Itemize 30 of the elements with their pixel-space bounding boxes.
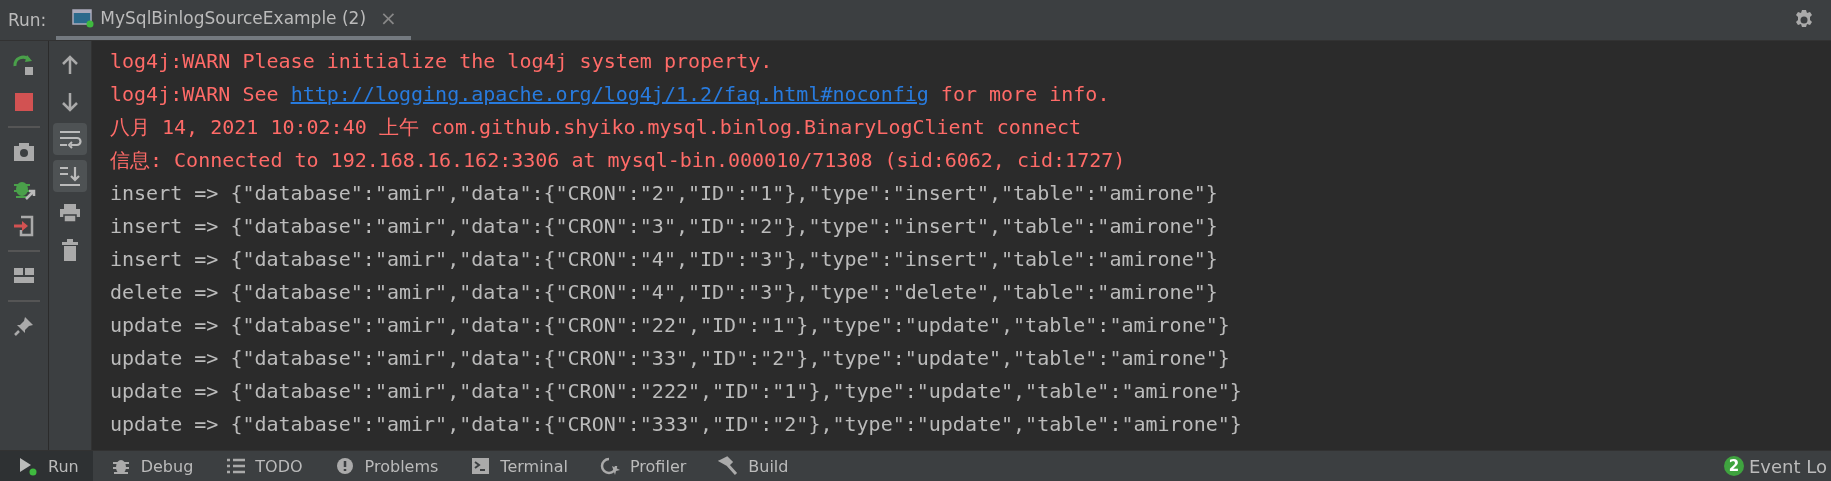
console-line: for more info. bbox=[939, 82, 1110, 106]
run-label: Run: bbox=[7, 10, 48, 30]
console-link[interactable]: http://logging.apache.org/log4j/1.2/faq.html#noconfig bbox=[290, 82, 929, 106]
tool-window-tab[interactable]: Build bbox=[700, 451, 803, 481]
console-line: insert => {"database":"amir","data":{"CRON":"2","ID":"1"},"type":"insert","table":"amirone"} bbox=[110, 181, 1218, 205]
close-icon[interactable]: × bbox=[380, 6, 397, 30]
console-line: insert => {"database":"amir","data":{"CRON":"3","ID":"2"},"type":"insert","table":"amirone"} bbox=[110, 214, 1218, 238]
console-line: delete => {"database":"amir","data":{"CRON":"4","ID":"3"},"type":"delete","table":"amirone"} bbox=[110, 280, 1218, 304]
console-line: update => {"database":"amir","data":{"CRON":"22","ID":"1"},"type":"update","table":"amirone"} bbox=[110, 313, 1230, 337]
console-line: update => {"database":"amir","data":{"CRON":"333","ID":"2"},"type":"update","table":"amirone"} bbox=[110, 412, 1242, 436]
scroll-to-end-icon[interactable] bbox=[53, 160, 87, 192]
profiler-icon bbox=[599, 456, 622, 476]
console-line: insert => {"database":"amir","data":{"CRON":"4","ID":"3"},"type":"insert","table":"amirone"} bbox=[110, 247, 1218, 271]
tool-window-tab[interactable]: Run bbox=[0, 451, 93, 481]
console-line: 信息: Connected to 192.168.16.162:3306 at mysql-bin.000010/71308 (sid:6062, cid:1727) bbox=[110, 148, 1126, 172]
tool-window-tab[interactable]: TODO bbox=[207, 451, 317, 481]
tool-window-tab[interactable]: Debug bbox=[92, 451, 208, 481]
soft-wrap-icon[interactable] bbox=[53, 123, 87, 155]
console-line: update => {"database":"amir","data":{"CRON":"33","ID":"2"},"type":"update","table":"amirone"} bbox=[110, 346, 1230, 370]
console-line: log4j:WARN Please initialize the log4j system property. bbox=[110, 49, 773, 73]
console-line: 八月 14, 2021 10:02:40 上午 com.github.shyiko.mysql.binlog.BinaryLogClient connect bbox=[110, 115, 1082, 139]
tool-window-tab[interactable]: Problems bbox=[316, 451, 453, 481]
console-line: log4j:WARN See bbox=[110, 82, 280, 106]
tool-window-tab[interactable]: Terminal bbox=[452, 451, 582, 481]
console-line: update => {"database":"amir","data":{"CRON":"222","ID":"1"},"type":"update","table":"amirone"} bbox=[110, 379, 1242, 403]
window-icon bbox=[72, 8, 95, 28]
list-icon bbox=[225, 456, 248, 476]
event-log-tab[interactable]: Event Lo bbox=[1749, 455, 1827, 477]
event-count-badge: 2 bbox=[1724, 456, 1744, 476]
tool-window-tab[interactable]: Profiler bbox=[581, 451, 701, 481]
